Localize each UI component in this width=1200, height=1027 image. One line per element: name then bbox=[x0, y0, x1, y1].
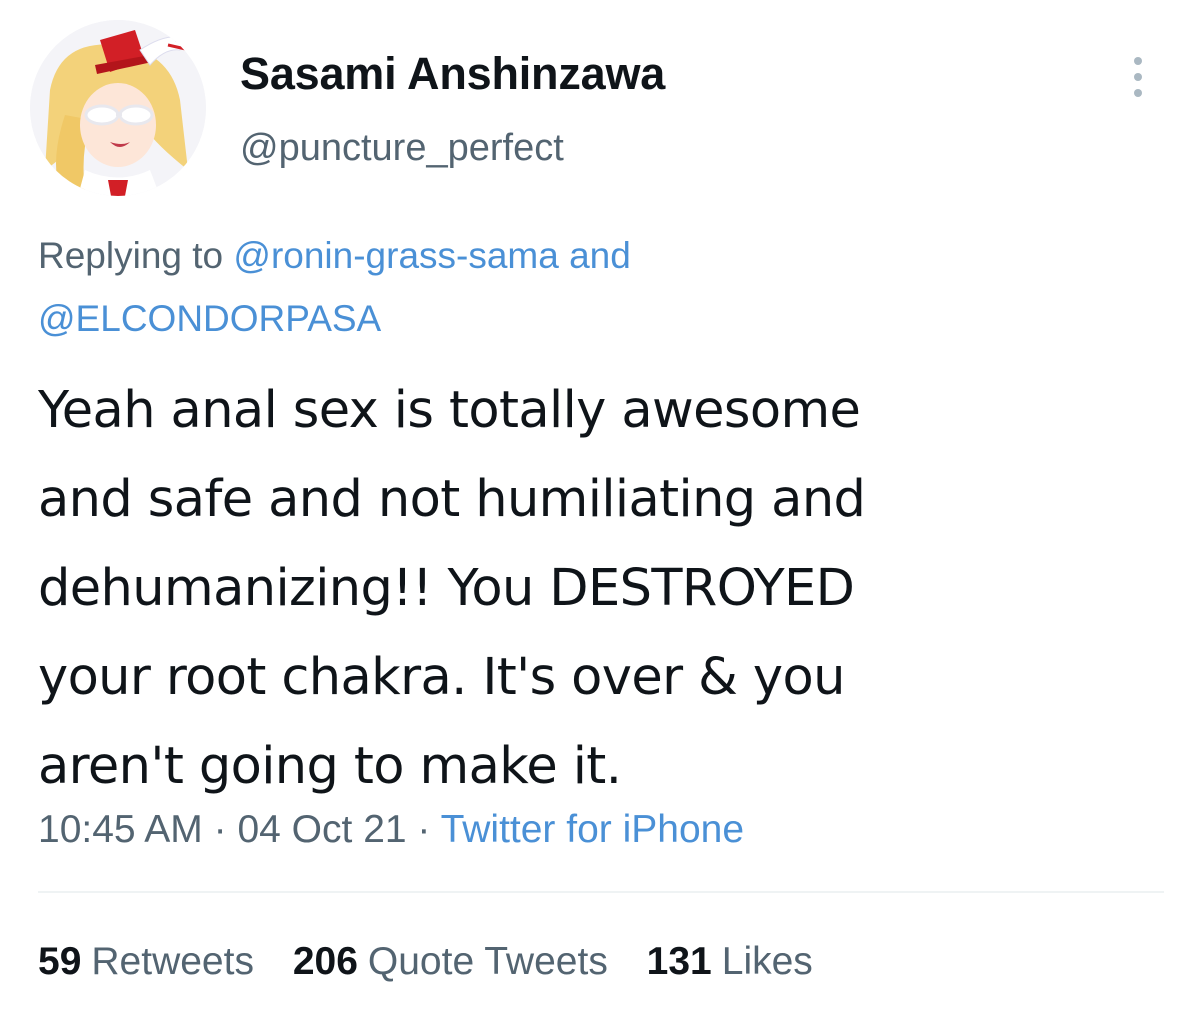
tweet-stats: 59 Retweets 206 Quote Tweets 131 Likes bbox=[38, 940, 841, 984]
tweet-meta: 10:45 AM · 04 Oct 21 · Twitter for iPhon… bbox=[38, 808, 744, 852]
quote-tweets-label: Quote Tweets bbox=[367, 940, 608, 983]
mention-link-ronin-grass-sama[interactable]: @ronin-grass-sama bbox=[233, 235, 558, 276]
avatar[interactable] bbox=[30, 20, 206, 196]
meta-separator: · bbox=[417, 808, 431, 851]
more-options-button[interactable] bbox=[1120, 52, 1156, 102]
retweets-stat[interactable]: 59 Retweets bbox=[38, 940, 254, 984]
meta-separator: · bbox=[213, 808, 227, 851]
mention-link-elcondorpasa[interactable]: @ELCONDORPASA bbox=[38, 298, 381, 339]
replying-to: Replying to @ronin-grass-sama and bbox=[38, 237, 631, 274]
tweet-text-line: aren't going to make it. bbox=[38, 737, 622, 796]
author-display-name[interactable]: Sasami Anshinzawa bbox=[240, 48, 665, 100]
replying-to-connector[interactable]: and bbox=[569, 235, 631, 276]
author-handle[interactable]: @puncture_perfect bbox=[240, 127, 564, 170]
tweet-text-line: Yeah anal sex is totally awesome bbox=[38, 381, 861, 440]
likes-label: Likes bbox=[721, 940, 813, 983]
retweets-label: Retweets bbox=[91, 940, 254, 983]
tweet-source-link[interactable]: Twitter for iPhone bbox=[441, 808, 744, 851]
tweet-text-line: dehumanizing!! You DESTROYED bbox=[38, 559, 855, 618]
more-vertical-icon bbox=[1134, 57, 1142, 65]
quote-tweets-count: 206 bbox=[292, 940, 358, 983]
replying-to-continued: @ELCONDORPASA bbox=[38, 300, 381, 337]
tweet-text: Yeah anal sex is totally awesome and saf… bbox=[38, 366, 1058, 811]
tweet-text-line: your root chakra. It's over & you bbox=[38, 648, 845, 707]
anime-character-avatar-icon bbox=[30, 20, 206, 196]
likes-count: 131 bbox=[646, 940, 712, 983]
tweet-date[interactable]: 04 Oct 21 bbox=[237, 808, 406, 851]
divider bbox=[38, 891, 1164, 893]
more-vertical-icon-dot-2 bbox=[1134, 73, 1142, 81]
tweet-text-line: and safe and not humiliating and bbox=[38, 470, 866, 529]
retweets-count: 59 bbox=[38, 940, 82, 983]
likes-stat[interactable]: 131 Likes bbox=[647, 940, 813, 984]
more-vertical-icon-dot-3 bbox=[1134, 89, 1142, 97]
quote-tweets-stat[interactable]: 206 Quote Tweets bbox=[293, 940, 608, 984]
tweet-time[interactable]: 10:45 AM bbox=[38, 808, 203, 851]
replying-to-label: Replying to bbox=[38, 235, 224, 276]
